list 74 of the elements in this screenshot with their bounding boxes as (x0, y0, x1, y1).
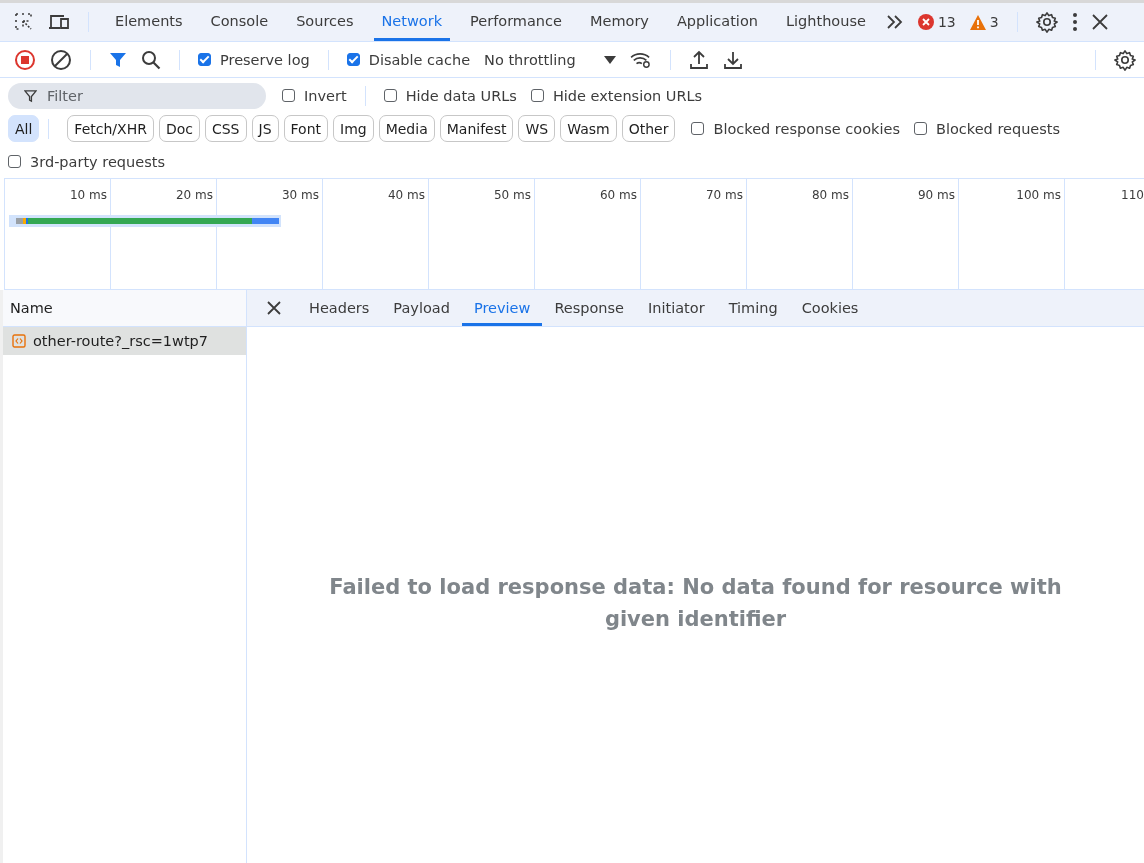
checkbox-option[interactable]: Hide extension URLs (530, 87, 703, 104)
caret-icon[interactable] (603, 55, 616, 64)
error-message: Failed to load response data: No data found for resource with given identifier (328, 574, 1063, 633)
type-filter-chip[interactable]: Img (333, 115, 374, 142)
device-icon[interactable] (48, 12, 70, 32)
clear-icon[interactable] (50, 48, 72, 71)
wifi-settings-icon[interactable] (629, 50, 652, 69)
type-filter-chip[interactable]: Wasm (560, 115, 617, 142)
time-tick: 20 ms (175, 188, 213, 202)
detail-tab[interactable]: Payload (381, 290, 462, 326)
checkbox-option[interactable]: Blocked response cookies (691, 120, 900, 137)
time-tick: 90 ms (917, 188, 955, 202)
time-tick: 70 ms (705, 188, 743, 202)
panel-tab[interactable]: Network (373, 3, 451, 41)
type-filter-chip[interactable]: Other (621, 115, 676, 142)
checkbox-option[interactable]: Disable cache (346, 51, 471, 68)
request-name: other-route?_rsc=1wtp7 (33, 333, 209, 349)
time-tick: 10 ms (69, 188, 107, 202)
time-tick: 100 ms (1016, 188, 1061, 202)
record-icon[interactable] (14, 48, 36, 71)
warning-count: 3 (989, 14, 999, 30)
name-column-header[interactable]: Name (3, 290, 246, 327)
panel-tab[interactable]: Elements (107, 3, 191, 41)
type-filter-chip[interactable]: Manifest (439, 115, 514, 142)
type-filter-chip[interactable]: Font (283, 115, 328, 142)
detail-tab[interactable]: Headers (297, 290, 382, 326)
request-row[interactable]: other-route?_rsc=1wtp7 (3, 327, 246, 355)
checkbox-option[interactable]: Invert (282, 87, 347, 104)
panel-tab[interactable]: Console (202, 3, 277, 41)
panel-tab[interactable]: Sources (288, 3, 362, 41)
time-tick: 110 (1121, 188, 1144, 202)
warning-icon (969, 14, 986, 30)
checkbox-option[interactable]: 3rd-party requests (8, 153, 165, 170)
time-tick: 30 ms (281, 188, 319, 202)
time-tick: 80 ms (811, 188, 849, 202)
error-count: 13 (937, 14, 956, 30)
document-icon (12, 334, 26, 348)
detail-tab[interactable]: Initiator (636, 290, 717, 326)
upload-icon[interactable] (688, 49, 709, 70)
close-icon[interactable] (267, 301, 281, 315)
filter-icon[interactable] (109, 50, 127, 69)
settings-icon[interactable] (1114, 48, 1136, 71)
time-tick: 60 ms (599, 188, 637, 202)
type-filter-chip[interactable]: JS (251, 115, 279, 142)
type-filter-chip[interactable]: All (8, 115, 40, 142)
time-tick: 40 ms (387, 188, 425, 202)
detail-tab[interactable]: Timing (716, 290, 790, 326)
panel-tab[interactable]: Performance (462, 3, 570, 41)
checkbox-option[interactable]: Preserve log (198, 51, 310, 68)
checkbox-option[interactable]: Blocked requests (913, 120, 1061, 137)
filter-icon (24, 89, 37, 103)
inspect-icon[interactable] (14, 12, 34, 32)
search-icon[interactable] (141, 49, 161, 70)
settings-icon[interactable] (1035, 11, 1058, 33)
throttling-dropdown[interactable]: No throttling (484, 51, 576, 68)
type-filter-chip[interactable]: Media (378, 115, 435, 142)
detail-tab[interactable]: Preview (461, 290, 543, 326)
panel-tab[interactable]: Application (668, 3, 766, 41)
time-tick: 50 ms (493, 188, 531, 202)
panel-tab[interactable]: Lighthouse (777, 3, 874, 41)
type-filter-chip[interactable]: Fetch/XHR (67, 115, 154, 142)
detail-tab[interactable]: Response (542, 290, 636, 326)
download-icon[interactable] (722, 49, 743, 70)
error-icon (917, 14, 934, 30)
menu-icon[interactable] (1071, 12, 1078, 32)
checkbox-option[interactable]: Hide data URLs (383, 87, 517, 104)
more-tabs-icon[interactable] (885, 14, 904, 30)
type-filter-chip[interactable]: Doc (158, 115, 200, 142)
type-filter-chip[interactable]: WS (518, 115, 556, 142)
detail-tab[interactable]: Cookies (789, 290, 871, 326)
filter-field[interactable]: Filter (8, 82, 266, 109)
close-icon[interactable] (1091, 14, 1108, 30)
type-filter-chip[interactable]: CSS (204, 115, 247, 142)
panel-tab[interactable]: Memory (581, 3, 657, 41)
